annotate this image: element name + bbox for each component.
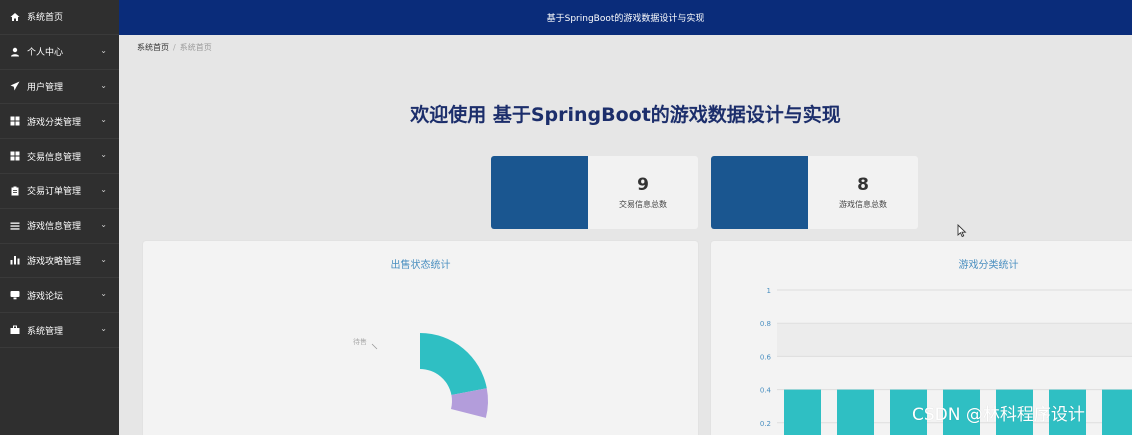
breadcrumb-separator: / bbox=[173, 43, 176, 52]
sale-status-chart-panel: 出售状态统计 待售 bbox=[143, 241, 698, 435]
sidebar-item-label: 系统管理 bbox=[27, 326, 64, 337]
monitor-icon bbox=[10, 290, 20, 300]
chevron-down-icon: ⌄ bbox=[100, 150, 107, 160]
header-bar: 基于SpringBoot的游戏数据设计与实现 bbox=[119, 0, 1132, 35]
chevron-down-icon: ⌄ bbox=[100, 254, 107, 264]
stat-card-trade-info: 9 交易信息总数 bbox=[491, 156, 698, 229]
sidebar-item-label: 游戏信息管理 bbox=[27, 222, 82, 233]
sidebar-item-label: 游戏攻略管理 bbox=[27, 256, 82, 267]
mouse-cursor-icon bbox=[957, 224, 967, 238]
pie-label-leader bbox=[371, 343, 378, 350]
welcome-heading: 欢迎使用 基于SpringBoot的游戏数据设计与实现 bbox=[410, 104, 841, 126]
header-title: 基于SpringBoot的游戏数据设计与实现 bbox=[546, 14, 705, 24]
stat-value: 8 bbox=[857, 175, 869, 196]
pie-slice[interactable] bbox=[420, 333, 487, 396]
sidebar-item-game-category[interactable]: 游戏分类管理 ⌄ bbox=[0, 104, 119, 140]
chevron-down-icon: ⌄ bbox=[100, 219, 107, 229]
grid-icon bbox=[10, 151, 20, 161]
chevron-down-icon: ⌄ bbox=[100, 184, 107, 194]
bar[interactable] bbox=[1102, 389, 1132, 435]
briefcase-icon bbox=[10, 325, 20, 335]
sidebar-item-label: 用户管理 bbox=[27, 82, 64, 93]
sidebar-item-label: 系统首页 bbox=[27, 13, 64, 24]
sidebar-item-game-forum[interactable]: 游戏论坛 ⌄ bbox=[0, 278, 119, 314]
list-icon bbox=[10, 221, 20, 231]
sidebar-item-trade-info[interactable]: 交易信息管理 ⌄ bbox=[0, 139, 119, 174]
chevron-down-icon: ⌄ bbox=[100, 324, 107, 334]
grid-band bbox=[777, 323, 1132, 357]
pie-chart: 待售 bbox=[353, 333, 488, 418]
stat-caption: 游戏信息总数 bbox=[839, 199, 887, 209]
chevron-down-icon: ⌄ bbox=[100, 289, 107, 299]
y-tick-label: 0.6 bbox=[760, 353, 772, 361]
breadcrumb: 系统首页 / 系统首页 bbox=[137, 42, 212, 53]
watermark: CSDN @林科程序设计 bbox=[912, 405, 1085, 425]
y-tick-label: 1 bbox=[767, 287, 771, 295]
chevron-down-icon: ⌄ bbox=[100, 80, 107, 90]
y-tick-label: 0.2 bbox=[760, 420, 771, 428]
stat-card-game-info: 8 游戏信息总数 bbox=[711, 156, 918, 229]
grid-icon bbox=[10, 116, 20, 126]
sidebar-item-system-management[interactable]: 系统管理 ⌄ bbox=[0, 313, 119, 348]
chevron-down-icon: ⌄ bbox=[100, 115, 107, 125]
sidebar-item-user-management[interactable]: 用户管理 ⌄ bbox=[0, 70, 119, 105]
stat-value: 9 bbox=[637, 175, 649, 196]
sidebar-item-label: 游戏论坛 bbox=[27, 291, 64, 302]
sidebar-item-label: 交易信息管理 bbox=[27, 152, 82, 163]
clipboard-icon bbox=[10, 186, 20, 196]
stat-color-block bbox=[711, 156, 808, 229]
sidebar-item-label: 交易订单管理 bbox=[27, 187, 82, 198]
sidebar-item-label: 个人中心 bbox=[27, 48, 64, 59]
sidebar-item-trade-order[interactable]: 交易订单管理 ⌄ bbox=[0, 174, 119, 209]
sidebar-item-home[interactable]: 系统首页 bbox=[0, 0, 119, 35]
pie-label: 待售 bbox=[353, 337, 367, 346]
user-icon bbox=[10, 47, 20, 57]
chevron-down-icon: ⌄ bbox=[100, 45, 107, 55]
breadcrumb-home[interactable]: 系统首页 bbox=[137, 43, 169, 52]
stat-caption: 交易信息总数 bbox=[619, 199, 667, 209]
bar-chart-icon bbox=[10, 255, 20, 265]
sidebar-item-label: 游戏分类管理 bbox=[27, 117, 82, 128]
sidebar: 系统首页 个人中心 ⌄ 用户管理 ⌄ 游戏分类管理 ⌄ 交易信息管理 ⌄ 交易订… bbox=[0, 0, 119, 435]
sidebar-item-game-info[interactable]: 游戏信息管理 ⌄ bbox=[0, 209, 119, 244]
bar[interactable] bbox=[784, 389, 821, 435]
sidebar-item-game-guide[interactable]: 游戏攻略管理 ⌄ bbox=[0, 244, 119, 279]
home-icon bbox=[10, 12, 20, 22]
breadcrumb-current: 系统首页 bbox=[179, 43, 212, 52]
paper-plane-icon bbox=[10, 81, 20, 91]
stat-color-block bbox=[491, 156, 588, 229]
sidebar-item-personal-center[interactable]: 个人中心 ⌄ bbox=[0, 35, 119, 70]
y-tick-label: 0.8 bbox=[760, 320, 771, 328]
y-tick-label: 0.4 bbox=[760, 387, 772, 395]
bar[interactable] bbox=[837, 389, 874, 435]
